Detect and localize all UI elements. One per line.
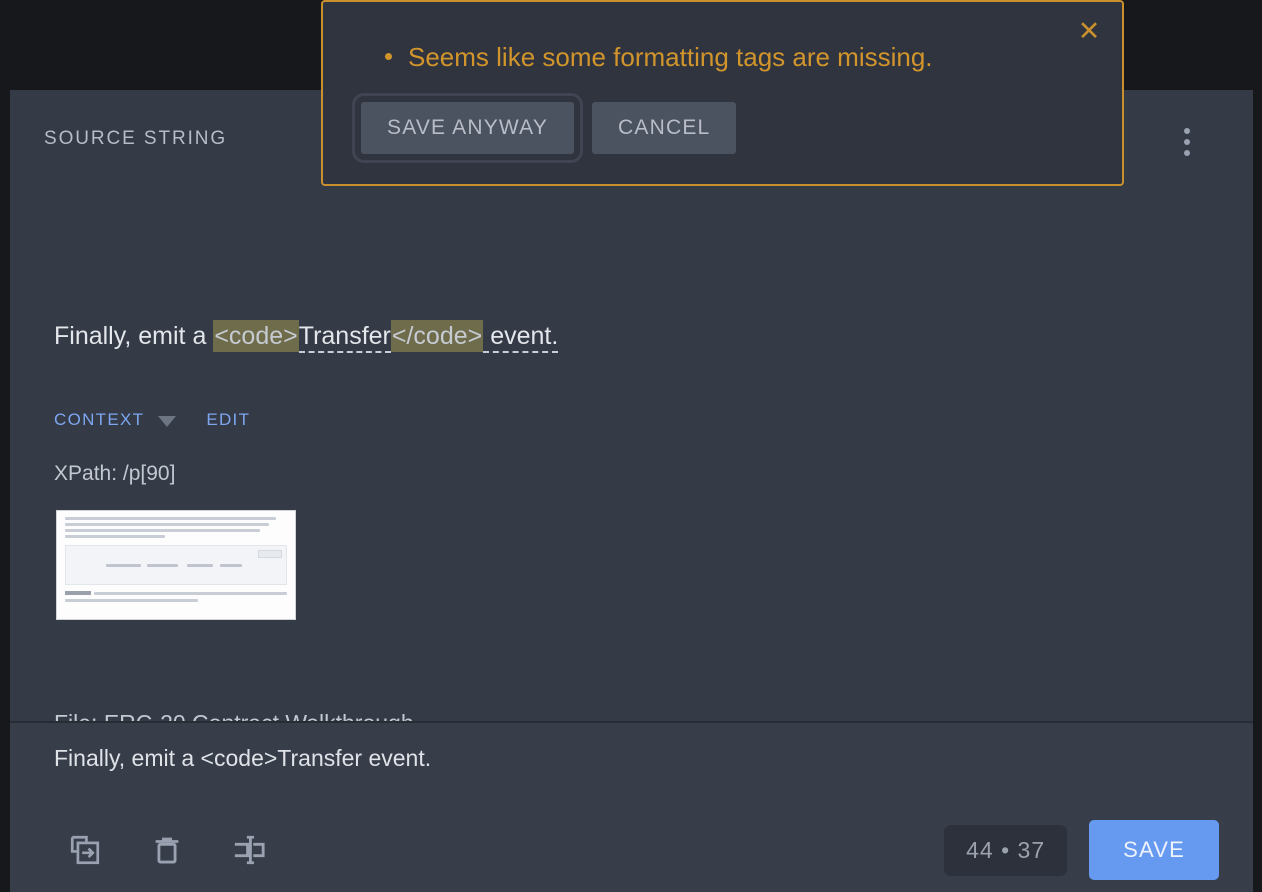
app-root: SOURCE STRING Finally, emit a <code>Tran…	[0, 0, 1262, 892]
kebab-dot	[1184, 128, 1190, 134]
kebab-dot	[1184, 150, 1190, 156]
footer-icon-group	[68, 833, 266, 867]
thumb-text-line	[65, 535, 165, 538]
thumb-text-line	[65, 599, 199, 602]
thumb-code-block	[65, 545, 287, 585]
kebab-dot	[1184, 139, 1190, 145]
trash-icon[interactable]	[150, 833, 184, 867]
warning-actions: SAVE ANYWAY CANCEL	[351, 93, 737, 163]
warning-message-text: Seems like some formatting tags are miss…	[408, 42, 933, 72]
thumb-text-line	[94, 591, 287, 595]
footer-right-group: 44 • 37 SAVE	[944, 820, 1219, 880]
character-counter-badge: 44 • 37	[944, 824, 1068, 876]
thumb-text-line	[65, 529, 261, 532]
bullet-icon	[385, 53, 392, 60]
cancel-button[interactable]: CANCEL	[592, 102, 737, 154]
thumb-copy-button-shape	[258, 550, 282, 558]
thumb-text-line	[65, 517, 276, 520]
editor-footer-toolbar: 44 • 37 SAVE	[10, 808, 1253, 892]
edit-link[interactable]: EDIT	[206, 410, 250, 430]
thumb-highlight-mark	[65, 591, 91, 595]
save-button[interactable]: SAVE	[1089, 820, 1219, 880]
source-string-text: Finally, emit a <code>Transfer</code> ev…	[54, 320, 559, 353]
source-seg-open-tag: <code>	[213, 320, 299, 352]
kebab-menu-icon[interactable]	[1169, 118, 1205, 166]
formatting-warning-dialog: ✕ Seems like some formatting tags are mi…	[321, 0, 1124, 186]
chevron-down-icon[interactable]	[158, 415, 177, 427]
source-seg-plain: Finally, emit a	[54, 322, 214, 350]
warning-message-row: Seems like some formatting tags are miss…	[385, 42, 933, 73]
source-seg-event: event.	[483, 322, 559, 353]
split-segment-icon[interactable]	[232, 833, 266, 867]
source-context-area: Finally, emit a <code>Transfer</code> ev…	[10, 194, 1253, 892]
save-anyway-button[interactable]: SAVE ANYWAY	[351, 93, 584, 163]
thumb-code-line	[147, 564, 179, 567]
source-seg-transfer: Transfer	[298, 322, 391, 353]
source-string-label: SOURCE STRING	[44, 128, 228, 149]
source-seg-close-tag: </code>	[390, 320, 484, 352]
close-icon[interactable]: ✕	[1074, 16, 1104, 46]
xpath-value: XPath: /p[90]	[54, 462, 176, 485]
thumb-footer-lines	[65, 591, 287, 602]
thumb-code-line	[105, 564, 141, 567]
context-toggle-link[interactable]: CONTEXT	[54, 410, 144, 430]
thumb-text-line	[65, 523, 270, 526]
thumb-code-line	[187, 564, 214, 567]
copy-source-icon[interactable]	[68, 833, 102, 867]
context-toolbar: CONTEXT EDIT	[54, 410, 250, 430]
string-editor-card: SOURCE STRING Finally, emit a <code>Tran…	[10, 90, 1253, 892]
thumb-code-line	[220, 564, 242, 567]
translation-text[interactable]: Finally, emit a <code>Transfer event.	[54, 745, 431, 772]
context-screenshot-thumbnail[interactable]	[56, 510, 296, 620]
